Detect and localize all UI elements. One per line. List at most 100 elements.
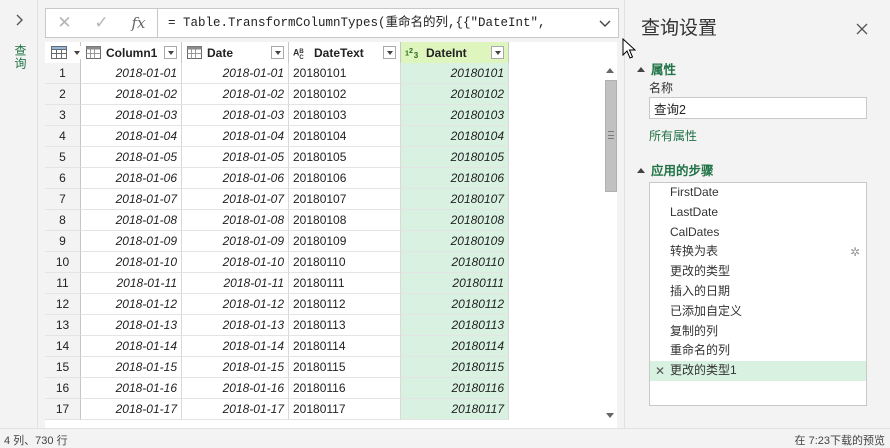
cell-datetext[interactable]: 20180101 [289, 63, 401, 84]
text-type-icon[interactable]: ABC [293, 46, 309, 59]
applied-step-item[interactable]: 转换为表 ✲ [650, 242, 866, 262]
cell-column1[interactable]: 2018-01-05 [81, 147, 182, 168]
row-number[interactable]: 3 [45, 105, 81, 126]
formula-input[interactable]: = Table.TransformColumnTypes(重命名的列,{{"Da… [168, 9, 588, 37]
cell-datetext[interactable]: 20180108 [289, 210, 401, 231]
properties-section-header[interactable]: 属性 [637, 59, 676, 78]
cell-date[interactable]: 2018-01-07 [182, 189, 289, 210]
cell-dateint[interactable]: 20180111 [401, 273, 509, 294]
applied-step-item[interactable]: 已添加自定义 [650, 302, 866, 322]
applied-step-item[interactable]: FirstDate [650, 183, 866, 203]
cell-date[interactable]: 2018-01-13 [182, 315, 289, 336]
cell-column1[interactable]: 2018-01-07 [81, 189, 182, 210]
cell-date[interactable]: 2018-01-09 [182, 231, 289, 252]
applied-step-item[interactable]: LastDate [650, 203, 866, 223]
cell-date[interactable]: 2018-01-08 [182, 210, 289, 231]
column-filter-dropdown-icon[interactable] [491, 46, 504, 59]
cell-dateint[interactable]: 20180117 [401, 399, 509, 420]
table-menu-dropdown[interactable] [72, 46, 81, 59]
cell-dateint[interactable]: 20180103 [401, 105, 509, 126]
cell-datetext[interactable]: 20180104 [289, 126, 401, 147]
gear-icon[interactable]: ✲ [850, 246, 860, 258]
applied-step-item[interactable]: 重命名的列 [650, 341, 866, 361]
cell-column1[interactable]: 2018-01-14 [81, 336, 182, 357]
cell-dateint[interactable]: 20180108 [401, 210, 509, 231]
fx-icon[interactable]: fx [120, 9, 157, 37]
cell-datetext[interactable]: 20180105 [289, 147, 401, 168]
cell-date[interactable]: 2018-01-16 [182, 378, 289, 399]
cell-date[interactable]: 2018-01-05 [182, 147, 289, 168]
cell-datetext[interactable]: 20180113 [289, 315, 401, 336]
all-properties-link[interactable]: 所有属性 [649, 127, 697, 144]
cell-dateint[interactable]: 20180104 [401, 126, 509, 147]
applied-step-item[interactable]: ✕ 更改的类型1 [650, 361, 866, 381]
cell-column1[interactable]: 2018-01-15 [81, 357, 182, 378]
cell-column1[interactable]: 2018-01-17 [81, 399, 182, 420]
cell-column1[interactable]: 2018-01-12 [81, 294, 182, 315]
cell-column1[interactable]: 2018-01-06 [81, 168, 182, 189]
cell-datetext[interactable]: 20180111 [289, 273, 401, 294]
cell-column1[interactable]: 2018-01-04 [81, 126, 182, 147]
chevron-right-icon[interactable] [12, 13, 26, 27]
cell-column1[interactable]: 2018-01-11 [81, 273, 182, 294]
row-number[interactable]: 12 [45, 294, 81, 315]
cell-datetext[interactable]: 20180112 [289, 294, 401, 315]
column-header-date[interactable]: Date [182, 42, 289, 63]
queries-pane-label[interactable]: 查询 [12, 44, 29, 70]
cell-date[interactable]: 2018-01-02 [182, 84, 289, 105]
cell-dateint[interactable]: 20180107 [401, 189, 509, 210]
cell-date[interactable]: 2018-01-04 [182, 126, 289, 147]
applied-step-item[interactable]: CalDates [650, 223, 866, 243]
row-number[interactable]: 8 [45, 210, 81, 231]
calendar-icon[interactable] [85, 46, 101, 60]
cell-datetext[interactable]: 20180109 [289, 231, 401, 252]
cell-column1[interactable]: 2018-01-08 [81, 210, 182, 231]
row-number[interactable]: 7 [45, 189, 81, 210]
cancel-icon[interactable]: ✕ [46, 9, 83, 37]
applied-step-item[interactable]: 复制的列 [650, 322, 866, 342]
column-header-dateint[interactable]: 1 2 3 DateInt [401, 42, 509, 63]
row-number[interactable]: 16 [45, 378, 81, 399]
vertical-scrollbar[interactable] [602, 68, 619, 428]
cell-date[interactable]: 2018-01-15 [182, 357, 289, 378]
row-number[interactable]: 6 [45, 168, 81, 189]
cell-dateint[interactable]: 20180101 [401, 63, 509, 84]
row-number[interactable]: 9 [45, 231, 81, 252]
cell-dateint[interactable]: 20180113 [401, 315, 509, 336]
row-number[interactable]: 4 [45, 126, 81, 147]
applied-steps-section-header[interactable]: 应用的步骤 [637, 160, 714, 179]
cell-column1[interactable]: 2018-01-16 [81, 378, 182, 399]
chevron-down-icon[interactable] [598, 16, 612, 30]
cell-column1[interactable]: 2018-01-13 [81, 315, 182, 336]
cell-datetext[interactable]: 20180110 [289, 252, 401, 273]
cell-dateint[interactable]: 20180115 [401, 357, 509, 378]
cell-date[interactable]: 2018-01-14 [182, 336, 289, 357]
cell-datetext[interactable]: 20180107 [289, 189, 401, 210]
close-icon[interactable] [855, 22, 869, 36]
cell-date[interactable]: 2018-01-12 [182, 294, 289, 315]
commit-icon[interactable]: ✓ [83, 9, 120, 37]
row-number[interactable]: 1 [45, 63, 81, 84]
scrollbar-thumb[interactable] [605, 80, 617, 192]
column-filter-dropdown-icon[interactable] [271, 46, 284, 59]
row-number[interactable]: 13 [45, 315, 81, 336]
applied-step-item[interactable]: 更改的类型 [650, 262, 866, 282]
cell-column1[interactable]: 2018-01-02 [81, 84, 182, 105]
column-filter-dropdown-icon[interactable] [164, 46, 177, 59]
cell-date[interactable]: 2018-01-03 [182, 105, 289, 126]
cell-column1[interactable]: 2018-01-10 [81, 252, 182, 273]
row-number[interactable]: 5 [45, 147, 81, 168]
table-menu-button[interactable] [45, 42, 81, 63]
cell-datetext[interactable]: 20180114 [289, 336, 401, 357]
cell-column1[interactable]: 2018-01-01 [81, 63, 182, 84]
cell-date[interactable]: 2018-01-17 [182, 399, 289, 420]
cell-dateint[interactable]: 20180114 [401, 336, 509, 357]
column-header-column1[interactable]: Column1 [81, 42, 182, 63]
calendar-icon[interactable] [186, 46, 202, 60]
cell-column1[interactable]: 2018-01-09 [81, 231, 182, 252]
cell-datetext[interactable]: 20180106 [289, 168, 401, 189]
cell-datetext[interactable]: 20180117 [289, 399, 401, 420]
cell-dateint[interactable]: 20180116 [401, 378, 509, 399]
cell-dateint[interactable]: 20180105 [401, 147, 509, 168]
cell-datetext[interactable]: 20180102 [289, 84, 401, 105]
